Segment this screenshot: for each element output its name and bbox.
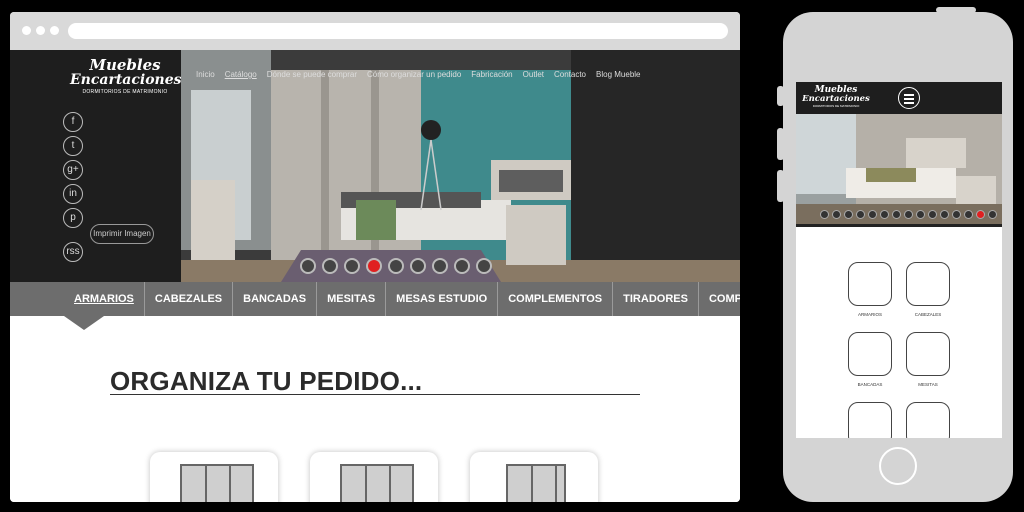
- product-card[interactable]: [150, 452, 278, 502]
- category-mesas-estudio[interactable]: MESAS ESTUDIO: [386, 282, 499, 316]
- page-title: ORGANIZA TU PEDIDO...: [110, 366, 423, 396]
- mobile-bedroom-illustration: [796, 114, 1002, 224]
- category-armarios[interactable]: ARMARIOS: [64, 282, 145, 316]
- mobile-header: Muebles Encartaciones DORMITORIOS DE MAT…: [796, 82, 1002, 114]
- mobile-carousel-pagination: [820, 210, 997, 219]
- product-card[interactable]: [310, 452, 438, 502]
- title-divider: [110, 394, 640, 395]
- twitter-icon[interactable]: t: [63, 136, 83, 156]
- address-bar[interactable]: [68, 23, 728, 39]
- phone-home-button[interactable]: [879, 447, 917, 485]
- carousel-dot[interactable]: [476, 258, 492, 274]
- category-cabezales[interactable]: CABEZALES: [145, 282, 234, 316]
- complementos-icon[interactable]: [906, 402, 950, 438]
- category-mesitas[interactable]: MESITAS: [317, 282, 387, 316]
- carousel-dot[interactable]: [300, 258, 316, 274]
- carousel-dot[interactable]: [410, 258, 426, 274]
- carousel-dot[interactable]: [964, 210, 973, 219]
- window-dot-close: [22, 26, 31, 35]
- pinterest-icon[interactable]: p: [63, 208, 83, 228]
- bedroom-illustration: [181, 50, 740, 282]
- mobile-category-label: MESITAS: [918, 382, 938, 387]
- category-tiradores[interactable]: TIRADORES: [613, 282, 699, 316]
- mobile-logo-line2: Encartaciones: [802, 94, 870, 104]
- window-dot-minimize: [36, 26, 45, 35]
- carousel-dot[interactable]: [916, 210, 925, 219]
- hero-section: Muebles Encartaciones DORMITORIOS DE MAT…: [10, 50, 740, 282]
- website: Muebles Encartaciones DORMITORIOS DE MAT…: [10, 50, 740, 502]
- mobile-phone-mockup: Muebles Encartaciones DORMITORIOS DE MAT…: [783, 12, 1013, 502]
- nav-item-catalogo[interactable]: Catálogo: [225, 70, 257, 79]
- nav-item-fabricacion[interactable]: Fabricación: [471, 70, 512, 79]
- mobile-category-label: CABEZALES: [914, 312, 942, 317]
- category-bar: ARMARIOS CABEZALES BANCADAS MESITAS MESA…: [10, 282, 740, 316]
- mobile-hero-image: [796, 114, 1002, 224]
- nav-item-donde-comprar[interactable]: Dónde se puede comprar: [267, 70, 357, 79]
- carousel-dot[interactable]: [366, 258, 382, 274]
- google-plus-icon[interactable]: g+: [63, 160, 83, 180]
- linkedin-icon[interactable]: in: [63, 184, 83, 204]
- nav-item-blog[interactable]: Blog Mueble: [596, 70, 640, 79]
- mesas-estudio-icon[interactable]: [848, 402, 892, 438]
- nav-item-inicio[interactable]: Inicio: [196, 70, 215, 79]
- carousel-dot[interactable]: [904, 210, 913, 219]
- carousel-dot[interactable]: [844, 210, 853, 219]
- wardrobe-thumbnail: [340, 464, 414, 502]
- nav-item-outlet[interactable]: Outlet: [523, 70, 544, 79]
- product-card[interactable]: [470, 452, 598, 502]
- nav-item-como-organizar[interactable]: Cómo organizar un pedido: [367, 70, 461, 79]
- window-dot-maximize: [50, 26, 59, 35]
- mockup-stage: Muebles Encartaciones DORMITORIOS DE MAT…: [0, 0, 1024, 512]
- category-complementos[interactable]: COMPLEMENTOS: [498, 282, 614, 316]
- mobile-logo[interactable]: Muebles Encartaciones DORMITORIOS DE MAT…: [800, 86, 872, 109]
- carousel-dot[interactable]: [344, 258, 360, 274]
- mesitas-icon[interactable]: [906, 332, 950, 376]
- wardrobe-thumbnail: [180, 464, 254, 502]
- carousel-dot[interactable]: [892, 210, 901, 219]
- mobile-logo-tagline: DORMITORIOS DE MATRIMONIO: [812, 104, 860, 108]
- hamburger-menu-icon[interactable]: [898, 87, 920, 109]
- mobile-screen: Muebles Encartaciones DORMITORIOS DE MAT…: [796, 82, 1002, 438]
- hero-bedroom-image: [181, 50, 740, 282]
- carousel-dot[interactable]: [940, 210, 949, 219]
- carousel-dot[interactable]: [880, 210, 889, 219]
- mobile-category-label: BANCADAS: [857, 382, 883, 387]
- bancadas-icon[interactable]: [848, 332, 892, 376]
- armarios-icon[interactable]: [848, 262, 892, 306]
- carousel-pagination: [300, 258, 492, 274]
- carousel-dot[interactable]: [454, 258, 470, 274]
- browser-toolbar: [10, 12, 740, 50]
- logo-line2: Encartaciones: [70, 72, 182, 88]
- site-logo[interactable]: Muebles Encartaciones DORMITORIOS DE MAT…: [70, 56, 182, 96]
- facebook-icon[interactable]: f: [63, 112, 83, 132]
- active-category-arrow: [64, 316, 104, 330]
- desktop-browser-mockup: Muebles Encartaciones DORMITORIOS DE MAT…: [10, 12, 740, 502]
- carousel-dot[interactable]: [868, 210, 877, 219]
- logo-tagline: DORMITORIOS DE MATRIMONIO: [82, 89, 168, 95]
- rss-icon[interactable]: rss: [63, 242, 83, 262]
- carousel-dot[interactable]: [952, 210, 961, 219]
- category-composiciones[interactable]: COMPOSICIONES: [699, 282, 740, 316]
- mobile-divider: [796, 224, 1002, 227]
- carousel-dot[interactable]: [388, 258, 404, 274]
- wardrobe-thumbnail: [506, 464, 566, 502]
- nav-item-contacto[interactable]: Contacto: [554, 70, 586, 79]
- carousel-dot[interactable]: [832, 210, 841, 219]
- carousel-dot[interactable]: [976, 210, 985, 219]
- carousel-dot[interactable]: [988, 210, 997, 219]
- print-image-button[interactable]: Imprimir Imagen: [90, 224, 154, 244]
- carousel-dot[interactable]: [432, 258, 448, 274]
- main-navigation: Inicio Catálogo Dónde se puede comprar C…: [196, 70, 641, 79]
- logo-line1: Muebles: [89, 56, 161, 74]
- mobile-category-label: ARMARIOS: [857, 312, 882, 317]
- category-bancadas[interactable]: BANCADAS: [233, 282, 318, 316]
- carousel-dot[interactable]: [820, 210, 829, 219]
- carousel-dot[interactable]: [856, 210, 865, 219]
- carousel-dot[interactable]: [322, 258, 338, 274]
- hero-left-panel: Muebles Encartaciones DORMITORIOS DE MAT…: [10, 50, 182, 282]
- carousel-dot[interactable]: [928, 210, 937, 219]
- cabezales-icon[interactable]: [906, 262, 950, 306]
